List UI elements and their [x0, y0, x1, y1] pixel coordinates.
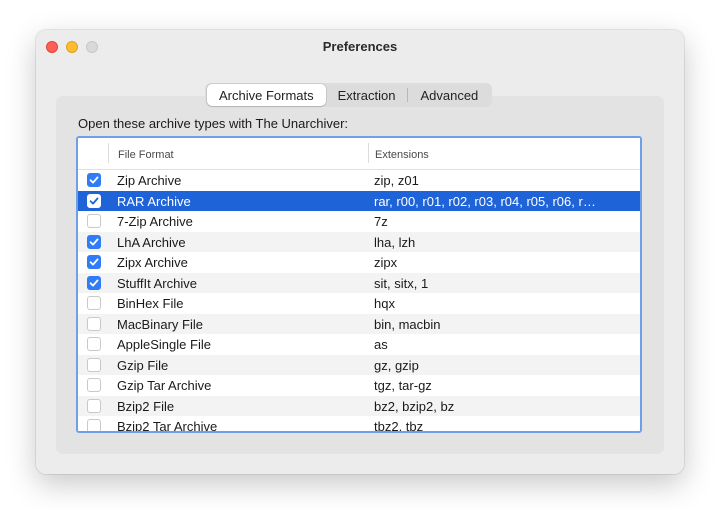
file-format-cell: BinHex File — [117, 296, 184, 311]
format-checkbox[interactable] — [87, 316, 101, 331]
file-format-cell: Gzip Tar Archive — [117, 378, 212, 393]
column-divider — [108, 143, 109, 163]
format-checkbox[interactable] — [87, 173, 101, 187]
format-checkbox[interactable] — [87, 214, 101, 228]
file-format-cell: Bzip2 File — [117, 398, 175, 414]
checkmark-icon — [89, 279, 99, 286]
file-format-cell: Zip Archive — [117, 173, 182, 188]
file-format-cell: RAR Archive — [117, 193, 191, 209]
extensions-cell: lha, lzh — [374, 234, 416, 250]
checkmark-icon — [89, 197, 99, 204]
file-format-cell: MacBinary File — [117, 316, 203, 332]
column-header-file-format[interactable]: File Format — [118, 149, 174, 161]
title-bar: Preferences — [36, 30, 684, 66]
table-row[interactable]: 7-Zip Archive 7z — [78, 211, 640, 232]
checkmark-icon — [89, 176, 99, 184]
archive-formats-table[interactable]: File Format Extensions Zip Archive zip, z… — [76, 136, 642, 433]
format-checkbox[interactable] — [87, 296, 101, 310]
tab-advanced[interactable]: Advanced — [408, 83, 490, 107]
tab-bar: Archive Formats Extraction Advanced — [205, 83, 493, 107]
format-checkbox[interactable] — [87, 234, 101, 249]
format-checkbox[interactable] — [87, 357, 101, 372]
table-row[interactable]: BinHex File hqx — [78, 293, 640, 314]
format-checkbox[interactable] — [87, 337, 101, 351]
tab-extraction[interactable]: Extraction — [326, 83, 408, 107]
tab-archive-formats[interactable]: Archive Formats — [207, 84, 326, 106]
table-row[interactable]: StuffIt Archive sit, sitx, 1 — [78, 272, 640, 293]
column-divider[interactable] — [368, 143, 369, 163]
window-title: Preferences — [322, 39, 398, 54]
table-row[interactable]: AppleSingle File as — [78, 334, 640, 355]
format-checkbox[interactable] — [87, 419, 101, 431]
format-checkbox[interactable] — [87, 378, 101, 392]
table-row[interactable]: Bzip2 Tar Archive tbz2, tbz — [78, 416, 640, 433]
table-body: Zip Archive zip, z01 RAR Archive rar, r00, … — [78, 170, 640, 433]
table-row[interactable]: LhA Archive lha, lzh — [78, 231, 640, 252]
archive-types-prompt: Open these archive types with The Unarch… — [78, 116, 349, 131]
table-row[interactable]: RAR Archive rar, r00, r01, r02, r03, r04,… — [78, 190, 640, 211]
table-header: File Format Extensions — [78, 138, 640, 170]
file-format-cell: Zipx Archive — [117, 255, 188, 270]
checkmark-icon — [89, 238, 99, 245]
file-format-cell: AppleSingle File — [117, 337, 211, 352]
format-checkbox[interactable] — [87, 193, 101, 208]
table-row[interactable]: Zip Archive zip, z01 — [78, 170, 640, 191]
table-row[interactable]: MacBinary File bin, macbin — [78, 313, 640, 334]
extensions-cell: tbz2, tbz — [374, 419, 424, 433]
table-row[interactable]: Gzip File gz, gzip — [78, 354, 640, 375]
extensions-cell: tgz, tar-gz — [374, 378, 432, 393]
extensions-cell: 7z — [374, 214, 388, 229]
file-format-cell: Bzip2 Tar Archive — [117, 419, 218, 433]
checkmark-icon — [89, 258, 99, 266]
format-checkbox[interactable] — [87, 398, 101, 413]
table-row[interactable]: Bzip2 File bz2, bzip2, bz — [78, 395, 640, 416]
column-header-extensions[interactable]: Extensions — [375, 149, 429, 161]
extensions-cell: sit, sitx, 1 — [374, 275, 429, 291]
file-format-cell: 7-Zip Archive — [117, 214, 193, 229]
format-checkbox[interactable] — [87, 275, 101, 290]
extensions-cell: bin, macbin — [374, 316, 441, 332]
extensions-cell: hqx — [374, 296, 395, 311]
preferences-window: Preferences Archive Formats Extraction A… — [36, 30, 684, 474]
extensions-cell: rar, r00, r01, r02, r03, r04, r05, r06, … — [374, 193, 596, 209]
extensions-cell: as — [374, 337, 388, 352]
table-row[interactable]: Gzip Tar Archive tgz, tar-gz — [78, 375, 640, 396]
extensions-cell: zipx — [374, 255, 398, 270]
file-format-cell: LhA Archive — [117, 234, 186, 250]
extensions-cell: gz, gzip — [374, 357, 419, 373]
file-format-cell: Gzip File — [117, 357, 169, 373]
file-format-cell: StuffIt Archive — [117, 275, 197, 291]
format-checkbox[interactable] — [87, 255, 101, 269]
extensions-cell: bz2, bzip2, bz — [374, 398, 455, 414]
table-row[interactable]: Zipx Archive zipx — [78, 252, 640, 273]
extensions-cell: zip, z01 — [374, 173, 419, 188]
